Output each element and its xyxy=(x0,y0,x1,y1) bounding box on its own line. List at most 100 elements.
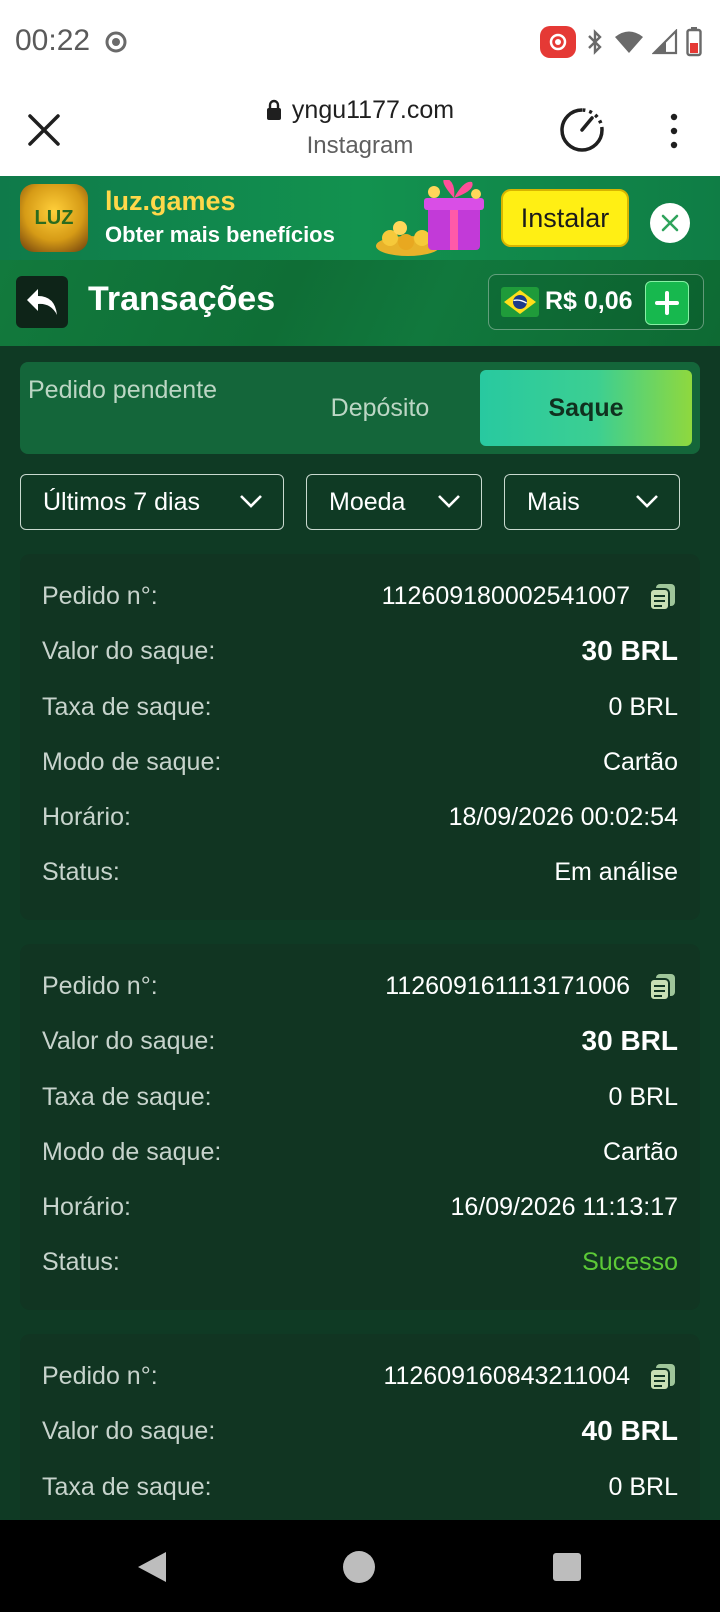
app-logo: LUZ xyxy=(20,184,88,252)
home-circle-icon[interactable] xyxy=(342,1550,376,1584)
status-row: Status: Em análise xyxy=(42,852,678,892)
close-icon xyxy=(661,214,679,232)
gift-box-icon xyxy=(376,180,484,256)
page-title: Transações xyxy=(88,280,276,318)
mode-label: Modo de saque: xyxy=(42,1138,222,1166)
signal-icon xyxy=(652,29,678,55)
back-button[interactable] xyxy=(16,276,68,328)
withdraw-amount: 30 BRL xyxy=(581,1025,678,1056)
amount-label: Valor do saque: xyxy=(42,1027,216,1055)
balance-widget: R$ 0,06 xyxy=(488,274,704,330)
install-promo-banner: LUZ luz.games Obter mais benefícios Inst… xyxy=(0,176,720,260)
chevron-down-icon xyxy=(240,495,262,508)
transaction-card: Pedido n°: 112609161113171006 Valor do s… xyxy=(20,944,700,1310)
recents-square-icon[interactable] xyxy=(552,1552,582,1582)
order-number: 112609161113171006 xyxy=(385,972,630,1000)
transaction-time: 16/09/2026 11:13:17 xyxy=(450,1193,678,1221)
record-indicator-icon xyxy=(105,31,127,53)
battery-icon xyxy=(686,27,702,57)
withdraw-amount: 30 BRL xyxy=(581,635,678,666)
withdraw-mode: Cartão xyxy=(602,748,678,776)
status-row: Status: Sucesso xyxy=(42,1242,678,1282)
screen-record-icon xyxy=(540,26,576,58)
order-number: 112609180002541007 xyxy=(381,582,630,610)
speed-gauge-icon[interactable] xyxy=(558,106,606,154)
status-bar: 00:22 xyxy=(0,0,720,84)
time-row: Horário: 16/09/2026 11:13:17 xyxy=(42,1187,678,1227)
period-filter-label: Últimos 7 dias xyxy=(43,487,200,516)
currency-filter-dropdown[interactable]: Moeda xyxy=(306,474,482,530)
amount-label: Valor do saque: xyxy=(42,1417,216,1445)
order-label: Pedido n°: xyxy=(42,582,158,610)
back-triangle-icon[interactable] xyxy=(136,1550,168,1584)
chevron-down-icon xyxy=(438,495,460,508)
amount-row: Valor do saque: 30 BRL xyxy=(42,1021,678,1061)
order-number: 112609160843211004 xyxy=(383,1362,630,1390)
transaction-card: Pedido n°: 112609180002541007 Valor do s… xyxy=(20,554,700,920)
status-time: 00:22 xyxy=(15,24,91,57)
more-filter-dropdown[interactable]: Mais xyxy=(504,474,680,530)
close-promo-button[interactable] xyxy=(650,203,690,243)
wifi-icon xyxy=(615,31,643,53)
status-value: Em análise xyxy=(554,858,678,886)
brazil-flag-icon xyxy=(501,287,539,317)
promo-title: luz.games xyxy=(105,186,236,216)
promo-subtitle: Obter mais benefícios xyxy=(105,222,335,247)
system-navigation-bar xyxy=(0,1520,720,1612)
more-filter-label: Mais xyxy=(527,487,580,516)
mode-label: Modo de saque: xyxy=(42,748,222,776)
currency-filter-label: Moeda xyxy=(329,487,406,516)
order-number-row: Pedido n°: 112609180002541007 xyxy=(42,576,678,616)
amount-label: Valor do saque: xyxy=(42,637,216,665)
status-value: Sucesso xyxy=(582,1248,678,1276)
install-button[interactable]: Instalar xyxy=(501,189,629,247)
fee-label: Taxa de saque: xyxy=(42,1473,212,1501)
fee-row: Taxa de saque: 0 BRL xyxy=(42,1467,678,1507)
fee-row: Taxa de saque: 0 BRL xyxy=(42,1077,678,1117)
time-row: Horário: 18/09/2026 00:02:54 xyxy=(42,797,678,837)
order-number-row: Pedido n°: 112609160843211004 xyxy=(42,1356,678,1396)
chevron-down-icon xyxy=(636,495,658,508)
amount-row: Valor do saque: 40 BRL xyxy=(42,1411,678,1451)
lock-icon xyxy=(266,99,281,120)
balance-amount: R$ 0,06 xyxy=(545,287,633,315)
amount-row: Valor do saque: 30 BRL xyxy=(42,631,678,671)
status-label: Status: xyxy=(42,858,120,886)
page-header: Transações R$ 0,06 xyxy=(0,260,720,346)
transaction-time: 18/09/2026 00:02:54 xyxy=(448,803,678,831)
tab-withdraw[interactable]: Saque xyxy=(480,370,692,446)
order-label: Pedido n°: xyxy=(42,1362,158,1390)
mode-row: Modo de saque: Cartão xyxy=(42,742,678,782)
fee-label: Taxa de saque: xyxy=(42,1083,212,1111)
copy-icon[interactable] xyxy=(648,972,678,1002)
transaction-card: Pedido n°: 112609160843211004 Valor do s… xyxy=(20,1334,700,1534)
withdraw-mode: Cartão xyxy=(602,1138,678,1166)
withdraw-fee: 0 BRL xyxy=(608,693,678,721)
time-label: Horário: xyxy=(42,1193,131,1221)
deposit-add-button[interactable] xyxy=(645,281,689,325)
copy-icon[interactable] xyxy=(648,1362,678,1392)
status-label: Status: xyxy=(42,1248,120,1276)
fee-row: Taxa de saque: 0 BRL xyxy=(42,687,678,727)
browser-toolbar: yngu1177.com Instagram xyxy=(0,84,720,176)
more-options-icon[interactable] xyxy=(666,112,682,150)
plus-icon xyxy=(655,291,679,315)
mode-row: Modo de saque: Cartão xyxy=(42,1132,678,1172)
fee-label: Taxa de saque: xyxy=(42,693,212,721)
tab-pending-order[interactable]: Pedido pendente xyxy=(28,370,228,410)
transaction-type-tabs: Pedido pendente Depósito Saque xyxy=(20,362,700,454)
url-text: yngu1177.com xyxy=(291,96,455,124)
back-arrow-icon xyxy=(27,289,57,315)
copy-icon[interactable] xyxy=(648,582,678,612)
tab-deposit[interactable]: Depósito xyxy=(280,362,480,454)
url-display[interactable]: yngu1177.com xyxy=(0,96,720,125)
order-number-row: Pedido n°: 112609161113171006 xyxy=(42,966,678,1006)
time-label: Horário: xyxy=(42,803,131,831)
period-filter-dropdown[interactable]: Últimos 7 dias xyxy=(20,474,284,530)
withdraw-fee: 0 BRL xyxy=(608,1083,678,1111)
withdraw-fee: 0 BRL xyxy=(608,1473,678,1501)
order-label: Pedido n°: xyxy=(42,972,158,1000)
withdraw-amount: 40 BRL xyxy=(581,1415,678,1446)
browser-subtitle: Instagram xyxy=(306,132,414,159)
bluetooth-icon xyxy=(588,29,602,55)
